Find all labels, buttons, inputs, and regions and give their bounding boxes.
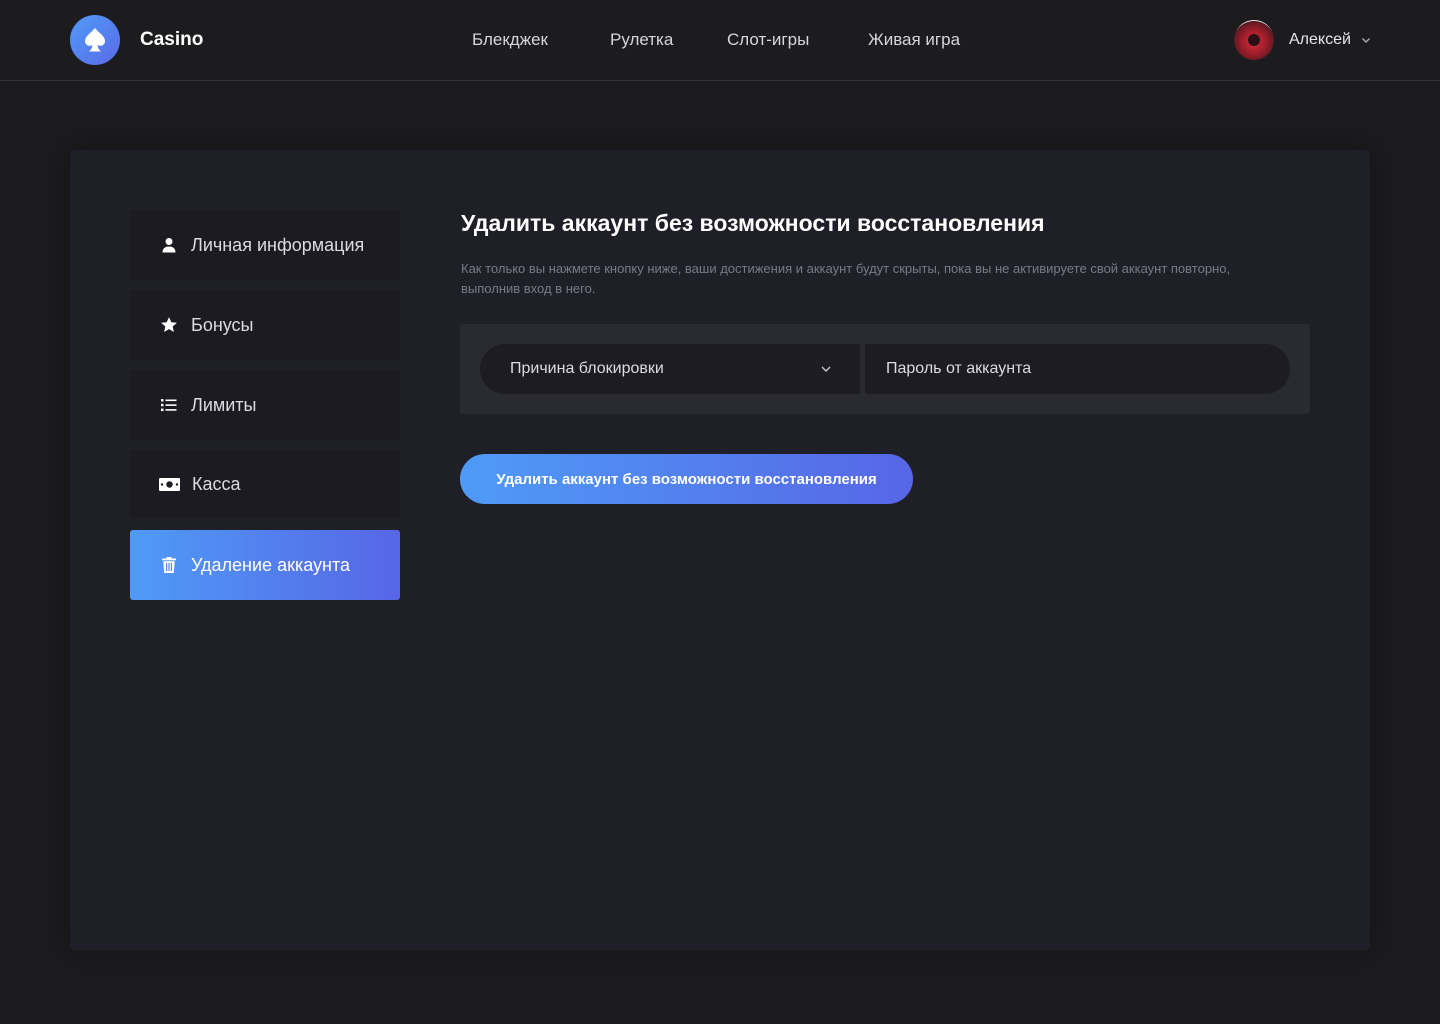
sidebar-item-limits[interactable]: Лимиты bbox=[130, 370, 400, 440]
nav-roulette[interactable]: Рулетка bbox=[610, 30, 673, 50]
sidebar-item-label: Удаление аккаунта bbox=[191, 554, 351, 575]
block-reason-select[interactable]: Причина блокировки bbox=[480, 344, 860, 394]
delete-account-button[interactable]: Удалить аккаунт без возможности восстано… bbox=[460, 454, 913, 504]
top-header: Casino Блекджек Рулетка Слот-игры Живая … bbox=[0, 0, 1440, 81]
password-field[interactable] bbox=[865, 344, 1290, 394]
sidebar-item-label: Бонусы bbox=[191, 314, 254, 335]
user-name: Алексей bbox=[1289, 31, 1351, 48]
chevron-down-icon bbox=[1361, 38, 1370, 43]
sidebar-item-delete-account[interactable]: Удаление аккаунта bbox=[130, 530, 400, 600]
nav-slots[interactable]: Слот-игры bbox=[727, 30, 809, 50]
sidebar-item-label: Лимиты bbox=[191, 394, 257, 415]
user-menu[interactable]: Алексей bbox=[1234, 20, 1371, 60]
nav-live-game[interactable]: Живая игра bbox=[868, 30, 960, 50]
sidebar-item-label: Касса bbox=[192, 474, 241, 494]
sidebar-item-bonuses[interactable]: Бонусы bbox=[130, 290, 400, 360]
sidebar-item-personal-info[interactable]: Личная информация bbox=[130, 210, 400, 280]
nav-blackjack[interactable]: Блекджек bbox=[472, 30, 548, 50]
logo-spade-icon[interactable] bbox=[70, 15, 120, 65]
page-title: Удалить аккаунт без возможности восстано… bbox=[461, 210, 1045, 236]
page-description: Как только вы нажмете кнопку ниже, ваши … bbox=[461, 261, 1231, 296]
chevron-down-icon bbox=[821, 366, 831, 372]
block-reason-value: Причина блокировки bbox=[510, 360, 664, 377]
list-icon bbox=[159, 395, 179, 415]
sidebar-item-cashier[interactable]: Касса bbox=[130, 450, 400, 519]
star-icon bbox=[159, 315, 179, 335]
user-icon bbox=[159, 235, 179, 255]
sidebar-item-label: Личная информация bbox=[191, 234, 365, 255]
cash-icon bbox=[157, 475, 181, 495]
avatar[interactable] bbox=[1234, 20, 1274, 60]
trash-icon bbox=[159, 555, 179, 575]
logo-text[interactable]: Casino bbox=[140, 29, 203, 51]
